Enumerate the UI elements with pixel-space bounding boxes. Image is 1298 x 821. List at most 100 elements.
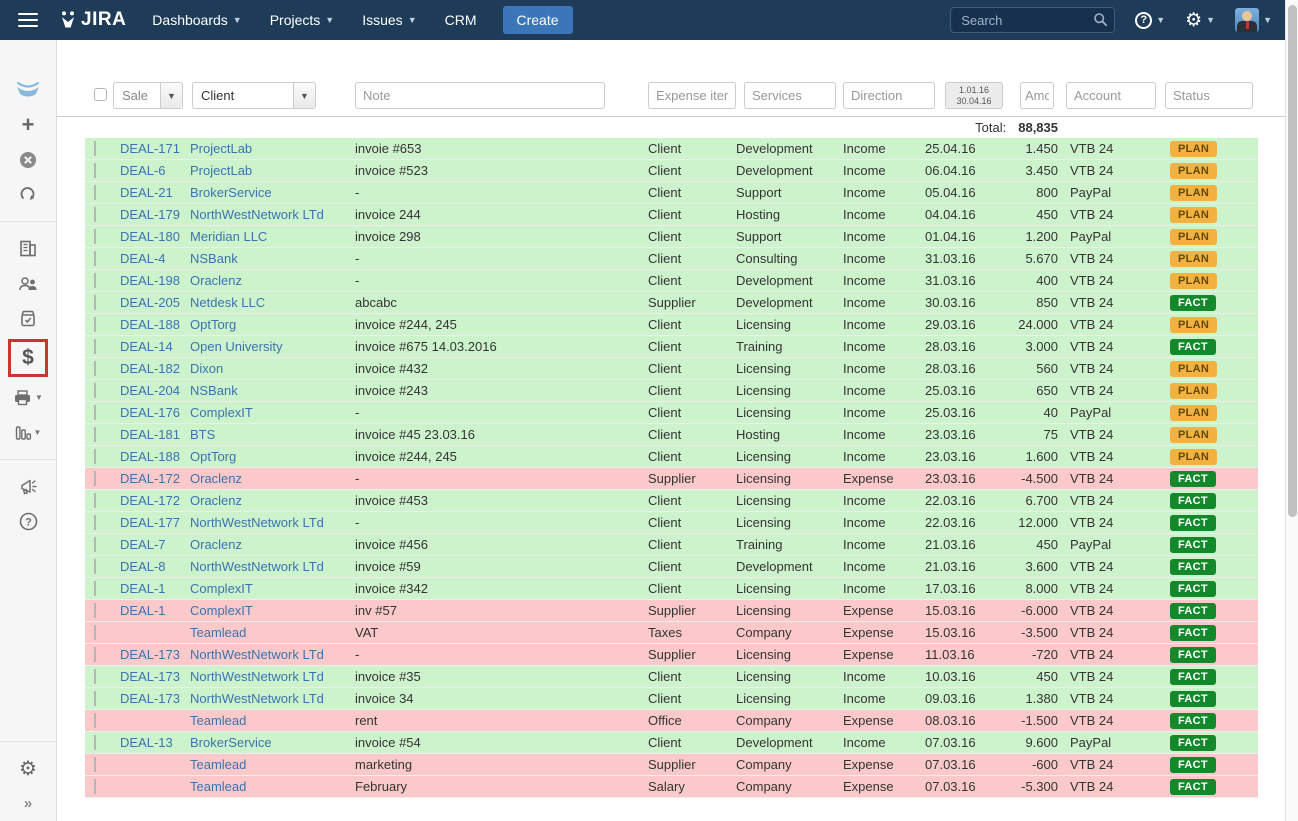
company-link[interactable]: Teamlead bbox=[190, 757, 355, 772]
date-range-filter[interactable]: 1.01.16 30.04.16 bbox=[945, 82, 1003, 109]
table-row[interactable]: Teamlead marketing Supplier Company Expe… bbox=[85, 754, 1258, 776]
row-checkbox[interactable] bbox=[94, 757, 96, 772]
company-link[interactable]: Meridian LLC bbox=[190, 229, 355, 244]
row-checkbox[interactable] bbox=[94, 669, 96, 684]
table-row[interactable]: Teamlead February Salary Company Expense… bbox=[85, 776, 1258, 798]
products-icon[interactable] bbox=[0, 301, 56, 336]
note-filter-input[interactable] bbox=[355, 82, 605, 109]
deal-link[interactable]: DEAL-177 bbox=[120, 515, 190, 530]
nav-projects[interactable]: Projects▼ bbox=[270, 12, 335, 28]
services-filter-input[interactable] bbox=[744, 82, 836, 109]
direction-filter-input[interactable] bbox=[843, 82, 935, 109]
deal-link[interactable]: DEAL-172 bbox=[120, 471, 190, 486]
company-link[interactable]: NSBank bbox=[190, 251, 355, 266]
deal-link[interactable]: DEAL-205 bbox=[120, 295, 190, 310]
table-row[interactable]: DEAL-173 NorthWestNetwork LTd - Supplier… bbox=[85, 644, 1258, 666]
row-checkbox[interactable] bbox=[94, 779, 96, 794]
row-checkbox[interactable] bbox=[94, 273, 96, 288]
deal-link[interactable]: DEAL-181 bbox=[120, 427, 190, 442]
select-all-checkbox[interactable] bbox=[94, 88, 107, 101]
deal-link[interactable]: DEAL-171 bbox=[120, 141, 190, 156]
table-row[interactable]: DEAL-172 Oraclenz invoice #453 Client Li… bbox=[85, 490, 1258, 512]
company-link[interactable]: BrokerService bbox=[190, 185, 355, 200]
vertical-scrollbar[interactable] bbox=[1285, 0, 1298, 821]
add-icon[interactable]: + bbox=[0, 107, 56, 142]
reports-icon[interactable]: ▼ bbox=[0, 415, 56, 450]
deal-link[interactable]: DEAL-188 bbox=[120, 449, 190, 464]
company-link[interactable]: Teamlead bbox=[190, 779, 355, 794]
row-checkbox[interactable] bbox=[94, 229, 96, 244]
row-checkbox[interactable] bbox=[94, 713, 96, 728]
row-checkbox[interactable] bbox=[94, 735, 96, 750]
row-checkbox[interactable] bbox=[94, 581, 96, 596]
table-row[interactable]: DEAL-171 ProjectLab invoie #653 Client D… bbox=[85, 138, 1258, 160]
company-link[interactable]: Oraclenz bbox=[190, 273, 355, 288]
deal-link[interactable]: DEAL-182 bbox=[120, 361, 190, 376]
deal-link[interactable]: DEAL-198 bbox=[120, 273, 190, 288]
deal-link[interactable]: DEAL-13 bbox=[120, 735, 190, 750]
deal-link[interactable]: DEAL-188 bbox=[120, 317, 190, 332]
user-menu[interactable]: ▼ bbox=[1235, 8, 1272, 32]
row-checkbox[interactable] bbox=[94, 339, 96, 354]
company-link[interactable]: Oraclenz bbox=[190, 471, 355, 486]
row-checkbox[interactable] bbox=[94, 251, 96, 266]
row-checkbox[interactable] bbox=[94, 603, 96, 618]
cancel-icon[interactable] bbox=[0, 142, 56, 177]
company-link[interactable]: Netdesk LLC bbox=[190, 295, 355, 310]
deal-link[interactable]: DEAL-172 bbox=[120, 493, 190, 508]
company-link[interactable]: BrokerService bbox=[190, 735, 355, 750]
status-filter-input[interactable] bbox=[1165, 82, 1253, 109]
row-checkbox[interactable] bbox=[94, 471, 96, 486]
create-button[interactable]: Create bbox=[503, 6, 573, 34]
announcements-icon[interactable] bbox=[0, 469, 56, 504]
search-input[interactable] bbox=[950, 7, 1115, 33]
company-link[interactable]: NorthWestNetwork LTd bbox=[190, 691, 355, 706]
company-link[interactable]: NSBank bbox=[190, 383, 355, 398]
table-row[interactable]: DEAL-188 OptTorg invoice #244, 245 Clien… bbox=[85, 314, 1258, 336]
row-checkbox[interactable] bbox=[94, 383, 96, 398]
table-row[interactable]: DEAL-205 Netdesk LLC abcabc Supplier Dev… bbox=[85, 292, 1258, 314]
help-circle-icon[interactable]: ? bbox=[0, 504, 56, 539]
row-checkbox[interactable] bbox=[94, 625, 96, 640]
row-checkbox[interactable] bbox=[94, 405, 96, 420]
company-link[interactable]: ComplexIT bbox=[190, 603, 355, 618]
row-checkbox[interactable] bbox=[94, 559, 96, 574]
row-checkbox[interactable] bbox=[94, 493, 96, 508]
table-row[interactable]: DEAL-179 NorthWestNetwork LTd invoice 24… bbox=[85, 204, 1258, 226]
table-row[interactable]: DEAL-204 NSBank invoice #243 Client Lice… bbox=[85, 380, 1258, 402]
help-menu[interactable]: ? ▼ bbox=[1135, 12, 1165, 29]
amount-filter-input[interactable] bbox=[1020, 82, 1054, 109]
transactions-icon-selected[interactable]: $ bbox=[0, 336, 56, 380]
company-link[interactable]: Oraclenz bbox=[190, 537, 355, 552]
company-link[interactable]: Open University bbox=[190, 339, 355, 354]
company-link[interactable]: Dixon bbox=[190, 361, 355, 376]
chevron-down-icon[interactable]: ▼ bbox=[293, 83, 315, 108]
row-checkbox[interactable] bbox=[94, 141, 96, 156]
company-link[interactable]: OptTorg bbox=[190, 317, 355, 332]
deal-link[interactable]: DEAL-1 bbox=[120, 603, 190, 618]
account-filter-input[interactable] bbox=[1066, 82, 1156, 109]
row-checkbox[interactable] bbox=[94, 361, 96, 376]
table-row[interactable]: DEAL-1 ComplexIT invoice #342 Client Lic… bbox=[85, 578, 1258, 600]
table-row[interactable]: DEAL-14 Open University invoice #675 14.… bbox=[85, 336, 1258, 358]
deal-link[interactable]: DEAL-173 bbox=[120, 647, 190, 662]
deal-link[interactable]: DEAL-8 bbox=[120, 559, 190, 574]
company-link[interactable]: NorthWestNetwork LTd bbox=[190, 647, 355, 662]
table-row[interactable]: DEAL-181 BTS invoice #45 23.03.16 Client… bbox=[85, 424, 1258, 446]
table-row[interactable]: DEAL-173 NorthWestNetwork LTd invoice 34… bbox=[85, 688, 1258, 710]
table-row[interactable]: DEAL-180 Meridian LLC invoice 298 Client… bbox=[85, 226, 1258, 248]
row-checkbox[interactable] bbox=[94, 317, 96, 332]
company-link[interactable]: NorthWestNetwork LTd bbox=[190, 669, 355, 684]
nav-issues[interactable]: Issues▼ bbox=[362, 12, 416, 28]
table-row[interactable]: DEAL-172 Oraclenz - Supplier Licensing E… bbox=[85, 468, 1258, 490]
row-checkbox[interactable] bbox=[94, 515, 96, 530]
company-link[interactable]: ProjectLab bbox=[190, 163, 355, 178]
search-icon[interactable] bbox=[1093, 12, 1108, 27]
row-checkbox[interactable] bbox=[94, 295, 96, 310]
company-link[interactable]: Oraclenz bbox=[190, 493, 355, 508]
row-checkbox[interactable] bbox=[94, 427, 96, 442]
deal-link[interactable]: DEAL-173 bbox=[120, 691, 190, 706]
table-row[interactable]: DEAL-188 OptTorg invoice #244, 245 Clien… bbox=[85, 446, 1258, 468]
table-row[interactable]: DEAL-6 ProjectLab invoice #523 Client De… bbox=[85, 160, 1258, 182]
crm-app-logo-icon[interactable] bbox=[0, 72, 56, 107]
